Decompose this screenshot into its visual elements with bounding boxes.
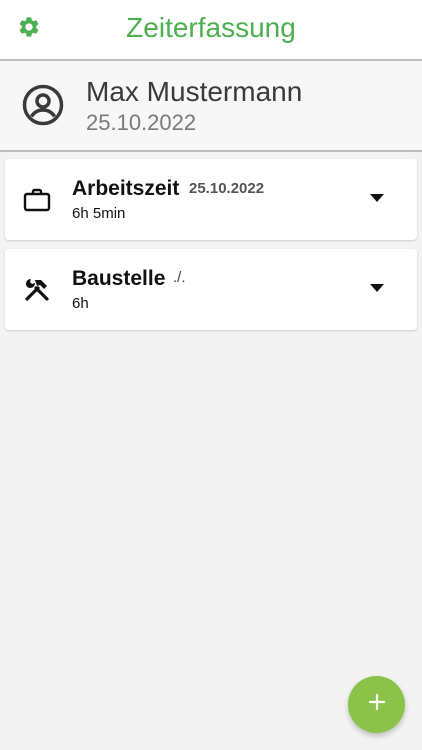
card-date: 25.10.2022 — [189, 180, 265, 197]
user-header: Max Mustermann 25.10.2022 — [0, 61, 422, 152]
card-duration: 6h — [72, 295, 89, 312]
user-date: 25.10.2022 — [86, 110, 197, 135]
card-title: Arbeitszeit — [72, 177, 180, 200]
add-button[interactable] — [348, 676, 405, 733]
caret-down-icon — [369, 280, 385, 298]
arbeitszeit-card[interactable]: Arbeitszeit 25.10.2022 6h 5min — [5, 159, 417, 240]
app-title: Zeiterfassung — [126, 12, 296, 43]
plus-icon — [368, 693, 386, 716]
app-bar: Zeiterfassung — [0, 0, 422, 61]
tools-icon — [22, 275, 52, 305]
briefcase-icon — [22, 185, 52, 215]
card-title: Baustelle — [72, 267, 166, 290]
baustelle-card[interactable]: Baustelle ./. 6h — [5, 249, 417, 330]
expand-button[interactable] — [365, 187, 389, 211]
account-circle-icon — [22, 84, 64, 126]
user-name: Max Mustermann — [86, 76, 303, 107]
card-duration: 6h 5min — [72, 205, 126, 222]
expand-button[interactable] — [365, 277, 389, 301]
caret-down-icon — [369, 190, 385, 208]
card-mark: ./. — [173, 269, 186, 286]
